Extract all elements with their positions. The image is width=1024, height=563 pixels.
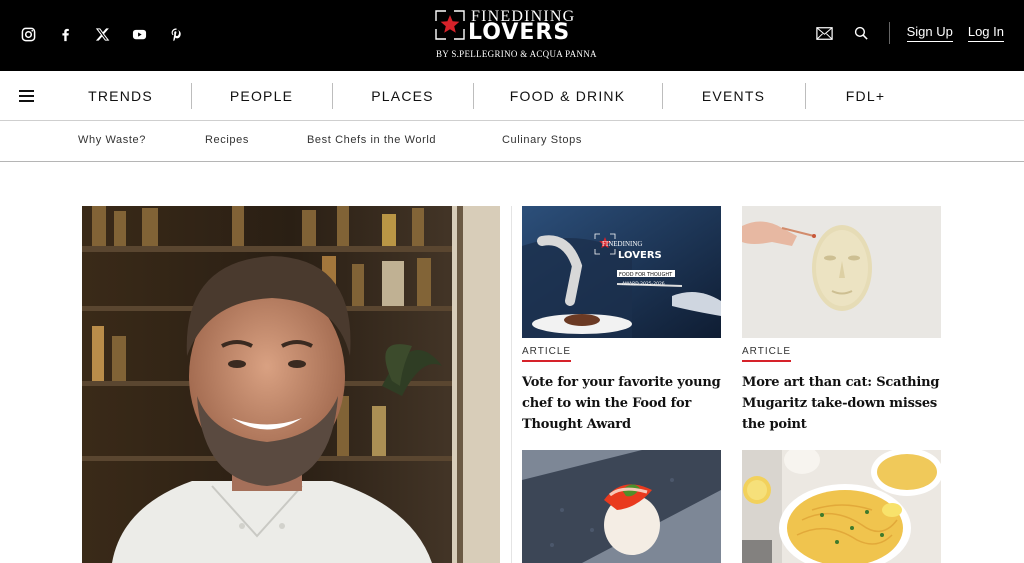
envelope-icon[interactable] bbox=[815, 23, 835, 43]
thumb-subcaption-text: AWARD 2025-2026 bbox=[622, 281, 665, 287]
subnav-culinary-stops[interactable]: Culinary Stops bbox=[502, 134, 582, 146]
youtube-icon[interactable] bbox=[129, 24, 149, 44]
facebook-icon[interactable] bbox=[55, 24, 75, 44]
nav-places[interactable]: PLACES bbox=[332, 71, 473, 121]
logo-text-main: LOVERS bbox=[468, 20, 571, 45]
header-tools: Sign Up Log In bbox=[815, 22, 1004, 44]
subnav-why-waste[interactable]: Why Waste? bbox=[78, 134, 146, 146]
sub-navigation: Why Waste? Recipes Best Chefs in the Wor… bbox=[0, 121, 1024, 162]
instagram-icon[interactable] bbox=[18, 24, 38, 44]
nav-fdl-plus[interactable]: FDL+ bbox=[805, 71, 926, 121]
hamburger-menu-icon[interactable] bbox=[19, 90, 34, 102]
nav-food-drink[interactable]: FOOD & DRINK bbox=[473, 71, 662, 121]
article-tag: ARTICLE bbox=[522, 346, 572, 362]
article-card-mugaritz[interactable]: ARTICLE More art than cat: Scathing Muga… bbox=[742, 206, 941, 435]
subnav-best-chefs[interactable]: Best Chefs in the World bbox=[307, 134, 436, 146]
article-tag: ARTICLE bbox=[742, 346, 792, 362]
nav-people[interactable]: PEOPLE bbox=[191, 71, 332, 121]
column-divider bbox=[511, 206, 512, 563]
social-links bbox=[18, 24, 203, 44]
header-divider bbox=[888, 22, 890, 44]
article-card-pasta[interactable] bbox=[742, 450, 941, 563]
article-card-food-for-thought[interactable]: FINEDINING LOVERS FOOD FOR THOUGHT AWARD… bbox=[522, 206, 721, 435]
svg-text:LOVERS: LOVERS bbox=[618, 250, 662, 261]
subnav-recipes[interactable]: Recipes bbox=[205, 134, 249, 146]
nav-events[interactable]: EVENTS bbox=[662, 71, 805, 121]
top-header-bar: FINEDINING LOVERS BY S.PELLEGRINO & ACQU… bbox=[0, 0, 1024, 71]
main-navigation: TRENDS PEOPLE PLACES FOOD & DRINK EVENTS… bbox=[0, 71, 1024, 121]
hero-image-chef-portrait[interactable] bbox=[82, 206, 500, 563]
article-title[interactable]: Vote for your favorite young chef to win… bbox=[522, 372, 721, 435]
article-thumbnail-mask bbox=[742, 206, 941, 338]
article-thumbnail-pasta bbox=[742, 450, 941, 563]
logo-tagline: BY S.PELLEGRINO & ACQUA PANNA bbox=[436, 49, 597, 59]
thumb-caption-text: FOOD FOR THOUGHT bbox=[619, 272, 673, 278]
search-icon[interactable] bbox=[851, 23, 871, 43]
article-thumbnail-sushi bbox=[522, 450, 721, 563]
pinterest-icon[interactable] bbox=[166, 24, 186, 44]
logo-star-icon bbox=[435, 10, 465, 40]
x-icon[interactable] bbox=[92, 24, 112, 44]
article-card-sushi[interactable] bbox=[522, 450, 721, 563]
article-thumbnail-award: FINEDINING LOVERS FOOD FOR THOUGHT AWARD… bbox=[522, 206, 721, 338]
nav-trends[interactable]: TRENDS bbox=[50, 71, 191, 121]
nav-items: TRENDS PEOPLE PLACES FOOD & DRINK EVENTS… bbox=[50, 71, 926, 121]
article-title[interactable]: More art than cat: Scathing Mugaritz tak… bbox=[742, 372, 941, 435]
svg-text:FINEDINING: FINEDINING bbox=[602, 240, 642, 248]
log-in-link[interactable]: Log In bbox=[967, 24, 1004, 42]
sign-up-link[interactable]: Sign Up bbox=[906, 24, 953, 42]
site-logo[interactable]: FINEDINING LOVERS BY S.PELLEGRINO & ACQU… bbox=[435, 8, 597, 62]
